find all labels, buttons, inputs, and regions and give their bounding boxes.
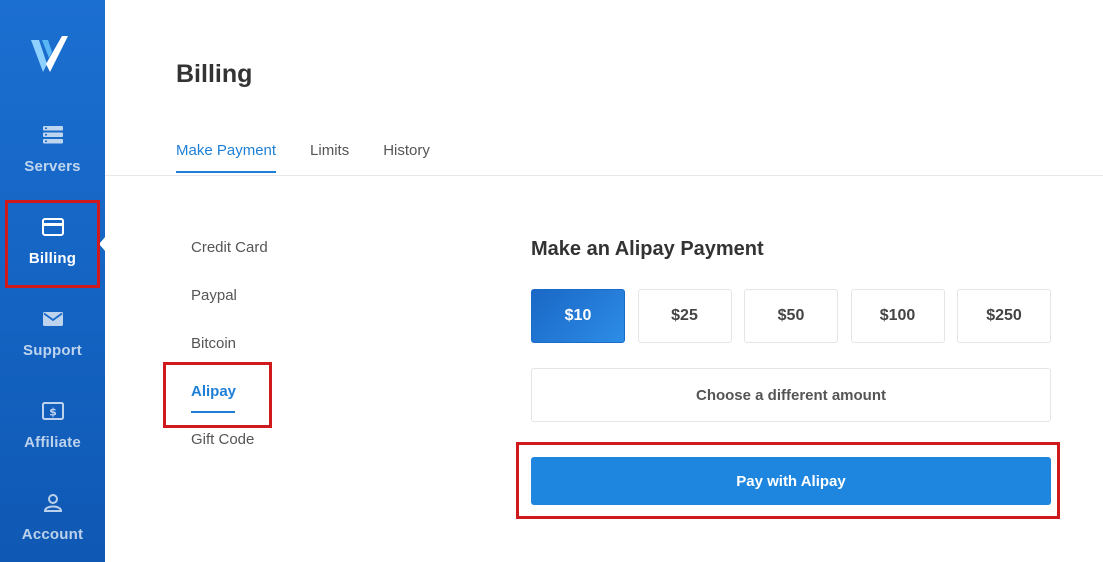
sidebar-item-label: Account <box>21 526 84 543</box>
sidebar-item-label: Billing <box>28 250 77 267</box>
payment-method-gift-code[interactable]: Gift Code <box>191 431 268 479</box>
tab-make-payment[interactable]: Make Payment <box>176 142 277 173</box>
amount-option-25[interactable]: $25 <box>637 289 732 343</box>
tab-history[interactable]: History <box>383 142 430 173</box>
amount-option-50[interactable]: $50 <box>744 289 838 343</box>
sidebar-item-account[interactable]: Account <box>0 492 105 562</box>
payment-method-alipay[interactable]: Alipay <box>191 383 268 431</box>
billing-tabs: Make Payment Limits History <box>176 142 464 173</box>
server-stack-icon <box>41 124 65 146</box>
amount-option-10[interactable]: $10 <box>531 289 625 343</box>
amount-option-250[interactable]: $250 <box>957 289 1051 343</box>
payment-method-label: Alipay <box>191 383 237 400</box>
vultr-logo-icon[interactable] <box>28 34 72 74</box>
credit-card-icon <box>41 216 65 238</box>
payment-method-list: Credit Card Paypal Bitcoin Alipay Gift C… <box>191 239 268 479</box>
page-title: Billing <box>176 60 253 88</box>
sidebar-item-label: Affiliate <box>24 434 81 451</box>
payment-method-bitcoin[interactable]: Bitcoin <box>191 335 268 383</box>
svg-text:$: $ <box>49 406 57 419</box>
envelope-icon <box>41 308 65 330</box>
sidebar: Servers Billing Support $ Affiliate Acco… <box>0 0 105 562</box>
payment-method-credit-card[interactable]: Credit Card <box>191 239 268 287</box>
dollar-bill-icon: $ <box>41 400 65 422</box>
pay-with-alipay-button[interactable]: Pay with Alipay <box>531 457 1051 505</box>
tab-limits[interactable]: Limits <box>310 142 349 173</box>
sidebar-item-servers[interactable]: Servers <box>0 124 105 204</box>
sidebar-item-affiliate[interactable]: $ Affiliate <box>0 400 105 480</box>
tabs-divider <box>105 175 1103 176</box>
amount-options: $10 $25 $50 $100 $250 <box>531 289 1051 343</box>
sidebar-item-label: Servers <box>24 158 81 175</box>
payment-section-title: Make an Alipay Payment <box>531 238 764 260</box>
active-underline <box>191 411 235 413</box>
payment-method-paypal[interactable]: Paypal <box>191 287 268 335</box>
sidebar-item-support[interactable]: Support <box>0 308 105 388</box>
active-indicator <box>99 236 106 252</box>
amount-option-100[interactable]: $100 <box>850 289 945 343</box>
sidebar-item-billing[interactable]: Billing <box>0 216 105 296</box>
user-icon <box>41 492 65 514</box>
custom-amount-button[interactable]: Choose a different amount <box>531 368 1051 422</box>
sidebar-item-label: Support <box>23 342 82 359</box>
